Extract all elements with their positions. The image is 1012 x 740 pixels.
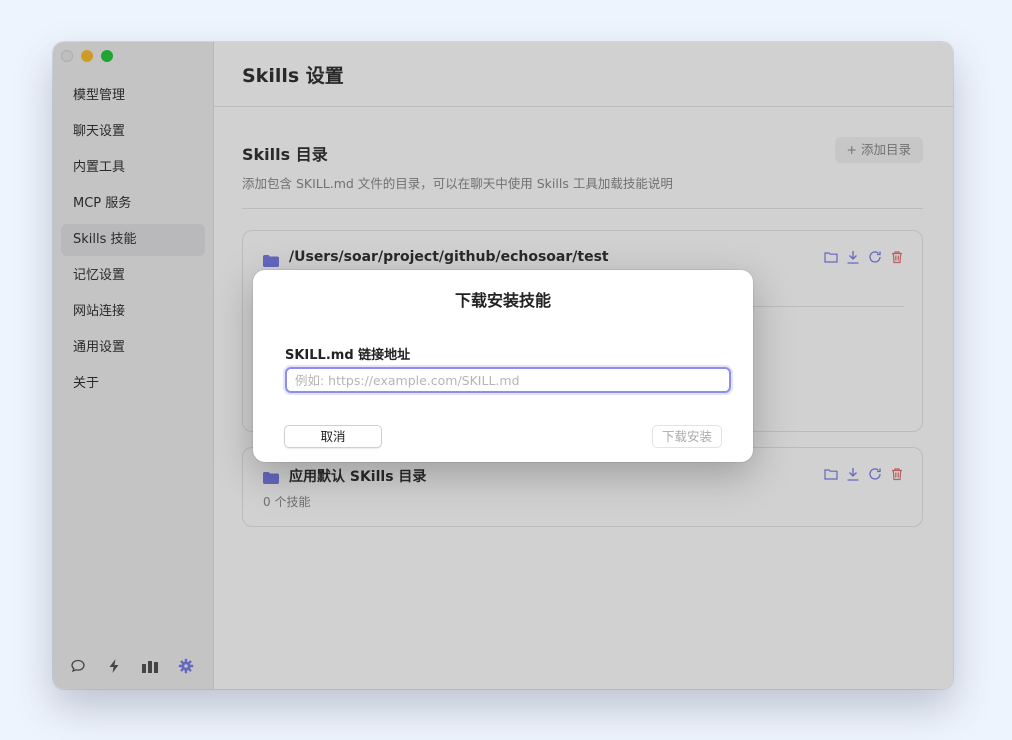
dialog-title: 下载安装技能 xyxy=(454,291,551,310)
cancel-button[interactable]: 取消 xyxy=(284,425,382,448)
skill-url-input[interactable] xyxy=(285,367,731,393)
download-install-button[interactable]: 下载安装 xyxy=(652,425,722,448)
url-field-label: SKILL.md 链接地址 xyxy=(285,348,411,363)
download-skill-dialog: 下载安装技能 SKILL.md 链接地址 取消 下载安装 xyxy=(253,270,753,462)
